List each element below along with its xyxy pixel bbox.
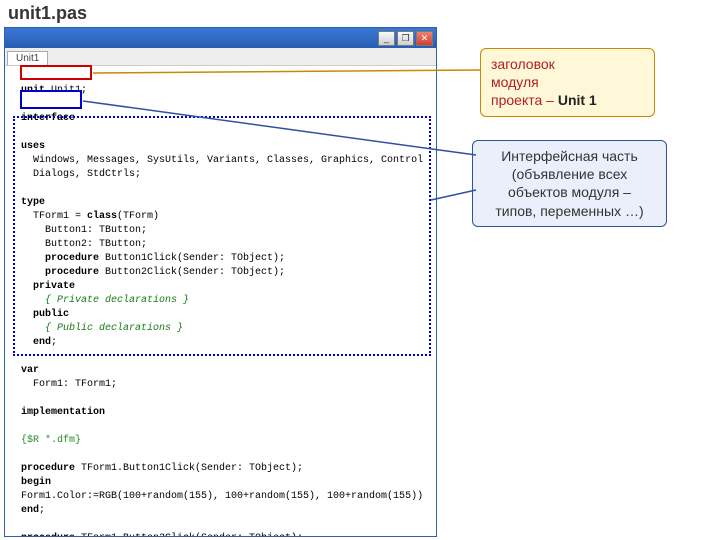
code-kw: procedure bbox=[21, 463, 75, 474]
code-text: Button2Click(Sender: TObject); bbox=[99, 267, 285, 278]
code-text: ; bbox=[51, 337, 57, 348]
code-text: Unit1; bbox=[45, 85, 87, 96]
callout-interface: Интерфейсная часть (объявление всех объе… bbox=[472, 140, 667, 227]
code-kw: procedure bbox=[45, 267, 99, 278]
code-kw: begin bbox=[21, 477, 51, 488]
maximize-button[interactable]: ❐ bbox=[397, 31, 414, 46]
code-kw: end bbox=[33, 337, 51, 348]
code-text bbox=[21, 281, 33, 292]
code-kw: public bbox=[33, 309, 69, 320]
code-comment: { Private declarations } bbox=[21, 295, 189, 306]
callout-text: модуля bbox=[491, 74, 539, 90]
code-text bbox=[21, 267, 45, 278]
code-kw: unit bbox=[21, 85, 45, 96]
callout-text: типов, переменных …) bbox=[495, 203, 643, 219]
code-kw: class bbox=[87, 211, 117, 222]
code-text: Form1: TForm1; bbox=[21, 379, 117, 390]
callout-text: заголовок bbox=[491, 56, 555, 72]
callout-text: Интерфейсная часть bbox=[501, 148, 638, 164]
code-text: (TForm) bbox=[117, 211, 159, 222]
code-kw: type bbox=[21, 197, 45, 208]
callout-unit-name: Unit 1 bbox=[558, 92, 597, 108]
code-kw: uses bbox=[21, 141, 45, 152]
code-text: TForm1 = bbox=[21, 211, 87, 222]
code-directive: {$R *.dfm} bbox=[21, 435, 81, 446]
code-area: unit Unit1; interface uses Windows, Mess… bbox=[5, 66, 436, 536]
editor-window: _ ❐ ✕ Unit1 unit Unit1; interface uses W… bbox=[4, 27, 437, 537]
titlebar: _ ❐ ✕ bbox=[5, 28, 436, 48]
code-text bbox=[21, 337, 33, 348]
callout-text: проекта – bbox=[491, 92, 558, 108]
code-kw: private bbox=[33, 281, 75, 292]
code-text bbox=[21, 253, 45, 264]
file-title: unit1.pas bbox=[0, 0, 720, 27]
code-text: Button2: TButton; bbox=[21, 239, 147, 250]
callout-text: объектов модуля – bbox=[508, 184, 631, 200]
code-kw: var bbox=[21, 365, 39, 376]
code-kw: procedure bbox=[45, 253, 99, 264]
code-text: ; bbox=[39, 505, 45, 516]
callout-text: (объявление всех bbox=[512, 166, 627, 182]
code-kw: interface bbox=[21, 113, 75, 124]
code-kw: implementation bbox=[21, 407, 105, 418]
tab-unit1[interactable]: Unit1 bbox=[7, 51, 48, 65]
minimize-button[interactable]: _ bbox=[378, 31, 395, 46]
code-text: Button1: TButton; bbox=[21, 225, 147, 236]
code-text bbox=[21, 309, 33, 320]
tabbar: Unit1 bbox=[5, 48, 436, 66]
code-kw: procedure bbox=[21, 533, 75, 536]
code-text: Form1.Color:=RGB(100+random(155), 100+ra… bbox=[21, 491, 423, 502]
code-kw: end bbox=[21, 505, 39, 516]
code-comment: { Public declarations } bbox=[21, 323, 183, 334]
callout-header: заголовок модуля проекта – Unit 1 bbox=[480, 48, 655, 117]
code-text: TForm1.Button1Click(Sender: TObject); bbox=[75, 463, 303, 474]
code-text: Windows, Messages, SysUtils, Variants, C… bbox=[21, 155, 423, 166]
close-button[interactable]: ✕ bbox=[416, 31, 433, 46]
code-text: TForm1.Button2Click(Sender: TObject); bbox=[75, 533, 303, 536]
code-text: Dialogs, StdCtrls; bbox=[21, 169, 141, 180]
code-text: Button1Click(Sender: TObject); bbox=[99, 253, 285, 264]
